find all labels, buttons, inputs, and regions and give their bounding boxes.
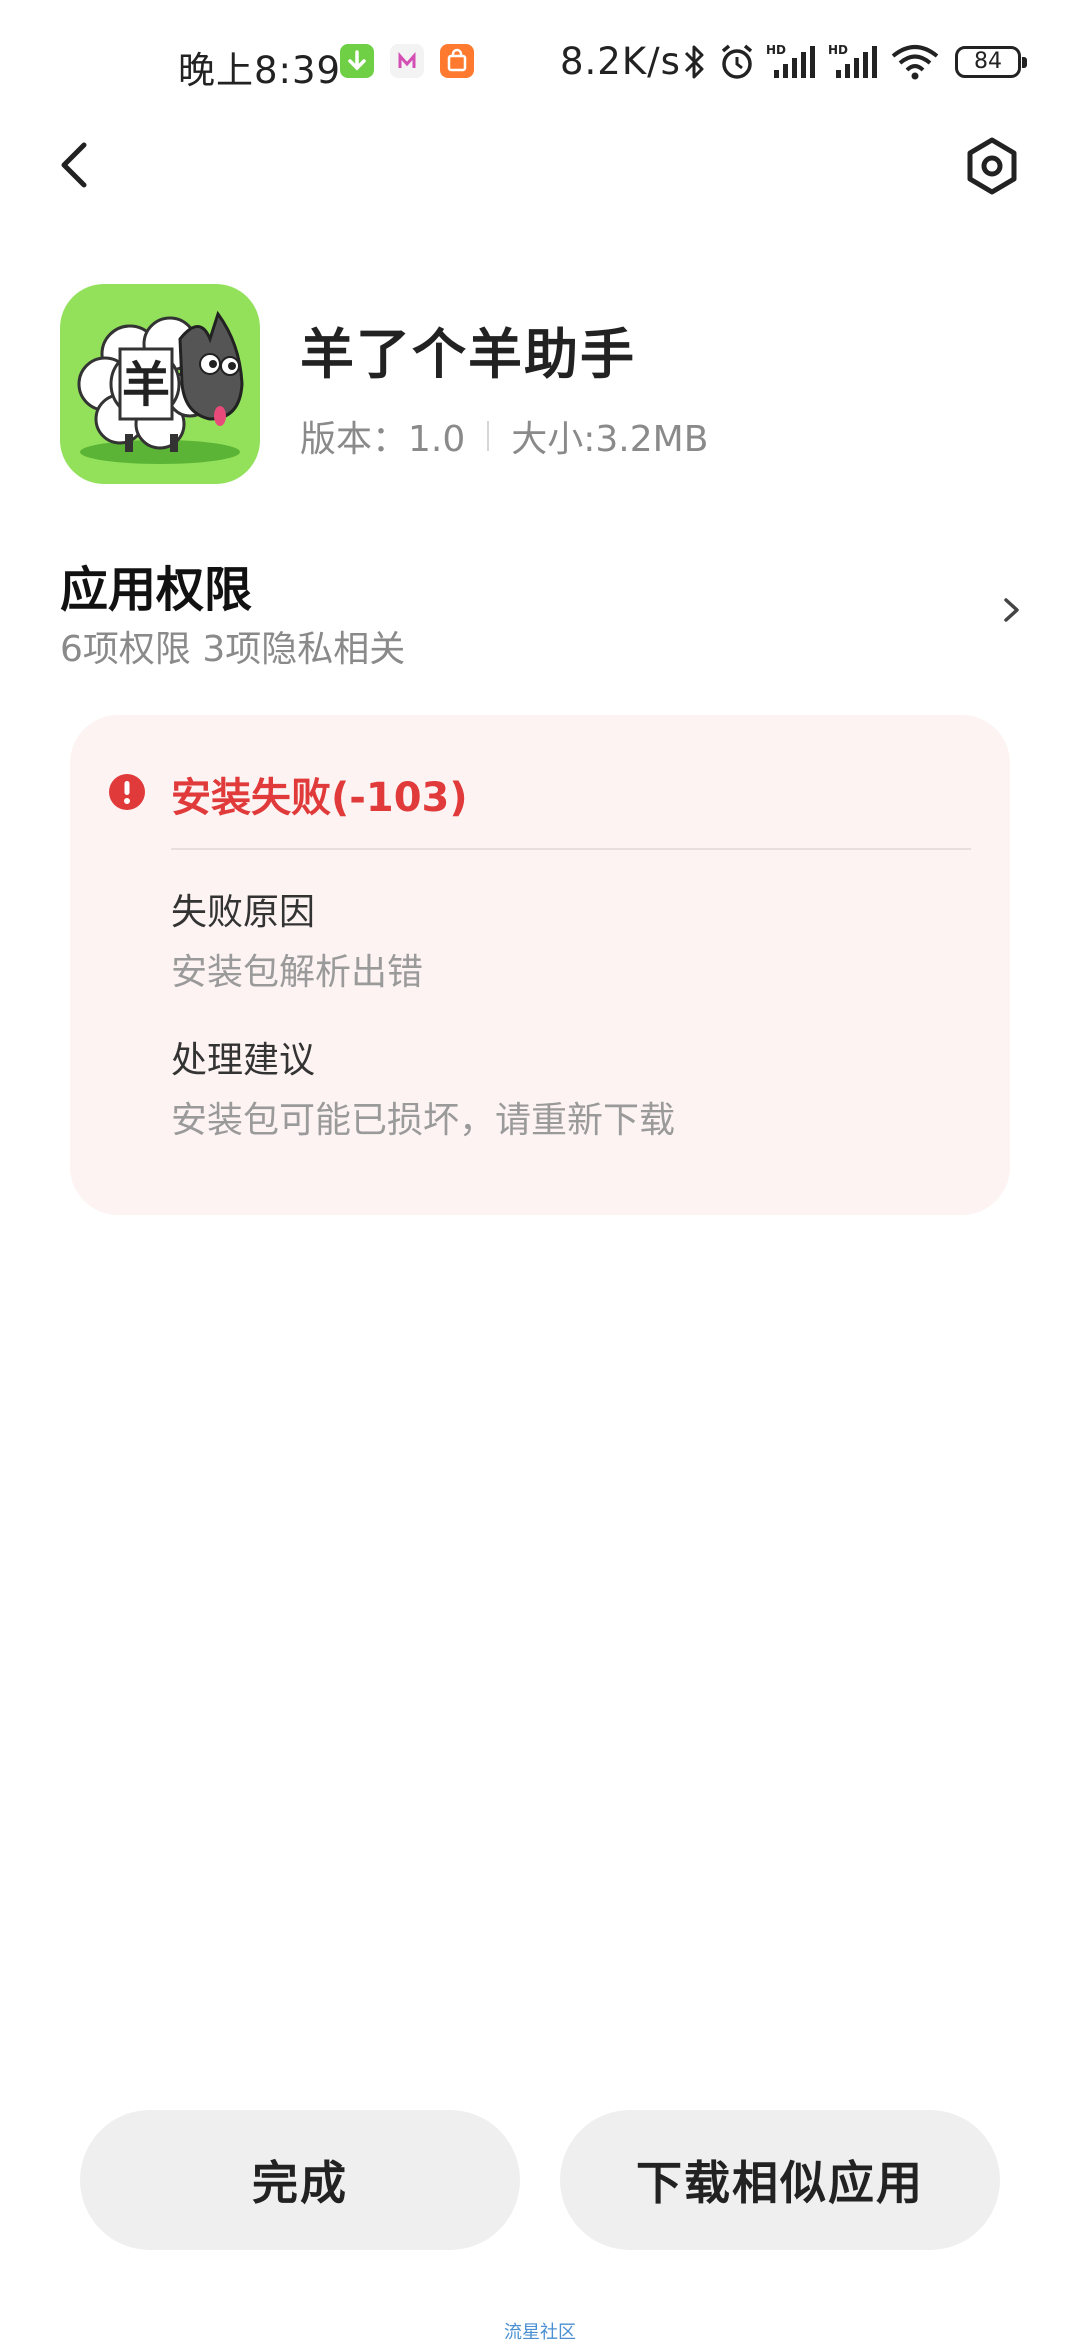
app-version: 版本：1.0 (300, 419, 466, 460)
permissions-row[interactable]: 应用权限 6项权限 3项隐私相关 (0, 540, 1080, 680)
chevron-right-icon (1004, 598, 1019, 622)
app-icon: 羊 (60, 284, 260, 484)
failure-reason-value: 安装包解析出错 (171, 952, 424, 993)
status-bar: 晚上8:39 8.2K/s HD HD 84 (0, 0, 1080, 125)
permissions-title: 应用权限 (60, 562, 253, 618)
wifi-icon (891, 45, 939, 80)
hd-signal-icon: HD (828, 43, 877, 78)
settings-button[interactable] (962, 136, 1022, 196)
meta-divider (487, 421, 490, 451)
download-icon (340, 44, 374, 78)
mi-icon (390, 44, 424, 78)
alarm-icon (721, 44, 753, 79)
watermark: 流星社区 (504, 2322, 576, 2340)
back-button[interactable] (50, 135, 100, 195)
bluetooth-icon (684, 45, 704, 79)
svg-text:HD: HD (828, 43, 848, 57)
svg-text:羊: 羊 (122, 357, 170, 413)
done-button[interactable]: 完成 (80, 2110, 520, 2250)
settings-hex-icon (967, 137, 1017, 195)
advice-value: 安装包可能已损坏，请重新下载 (171, 1100, 676, 1141)
permissions-subtitle: 6项权限 3项隐私相关 (60, 629, 406, 670)
error-card: 安装失败(-103) 失败原因 安装包解析出错 处理建议 安装包可能已损坏，请重… (70, 715, 1010, 1215)
download-similar-button[interactable]: 下载相似应用 (560, 2110, 1000, 2250)
app-meta: 版本：1.0 大小:3.2MB (300, 410, 708, 462)
failure-reason-label: 失败原因 (171, 892, 316, 933)
divider (171, 848, 971, 850)
error-title: 安装失败(-103) (171, 775, 468, 821)
app-name: 羊了个羊助手 (300, 323, 636, 386)
battery-icon: 84 (955, 46, 1027, 78)
hd-signal-icon: HD (766, 43, 815, 78)
status-time: 晚上8:39 (178, 49, 342, 92)
network-speed: 8.2K/s (560, 40, 681, 83)
app-size: 大小:3.2MB (511, 419, 709, 460)
error-alert-icon (109, 774, 145, 810)
status-icons: HD HD (680, 40, 940, 84)
svg-text:HD: HD (766, 43, 786, 57)
advice-label: 处理建议 (171, 1040, 316, 1081)
chevron-left-icon (61, 142, 87, 188)
install-result-screen: 晚上8:39 8.2K/s HD HD 84 羊 羊了个羊助手 版本：1.0 大… (0, 0, 1080, 2340)
shopping-bag-icon (440, 44, 474, 78)
